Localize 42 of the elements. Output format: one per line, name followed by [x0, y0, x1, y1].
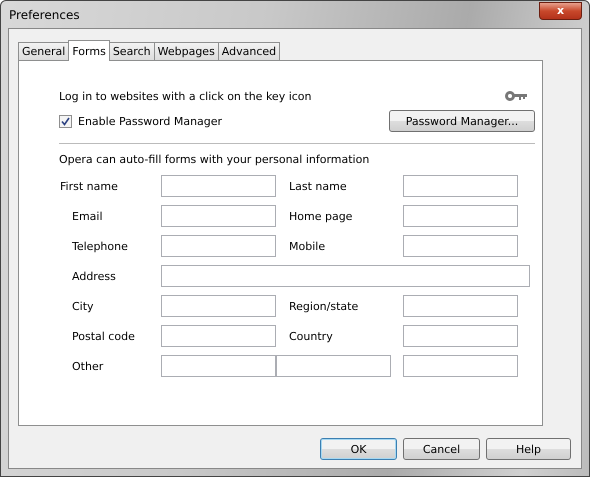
field-label: Mobile	[288, 240, 326, 252]
field-label: City	[71, 300, 94, 312]
input-field[interactable]	[403, 355, 518, 377]
field-label: Postal code	[71, 330, 135, 342]
window-title: Preferences	[8, 8, 80, 22]
autofill-text: Opera can auto-fill forms with your personal information	[59, 153, 370, 166]
dialog-button[interactable]: OK	[320, 438, 397, 460]
input-field[interactable]	[161, 175, 276, 197]
field-label: Other	[71, 360, 104, 372]
field-label: Last name	[288, 180, 347, 192]
key-icon	[505, 91, 527, 101]
input-field[interactable]	[403, 235, 518, 257]
input-field[interactable]	[161, 295, 276, 317]
dialog-button[interactable]: Help	[486, 438, 571, 460]
input-field[interactable]	[161, 205, 276, 227]
input-field[interactable]	[161, 325, 276, 347]
tab[interactable]: Forms	[68, 40, 110, 61]
input-field[interactable]	[161, 355, 276, 377]
input-field[interactable]	[403, 175, 518, 197]
tab[interactable]: Advanced	[218, 42, 280, 60]
field-label: Home page	[288, 210, 352, 222]
field-label: Region/state	[288, 300, 358, 312]
password-manager-button[interactable]: Password Manager...	[389, 110, 535, 132]
input-field[interactable]	[161, 265, 530, 287]
checkbox[interactable]	[59, 114, 72, 128]
input-field[interactable]	[403, 205, 518, 227]
input-field[interactable]	[161, 235, 276, 257]
field-label: Country	[288, 330, 333, 342]
checkbox-label: Enable Password Manager	[78, 114, 222, 128]
close-button[interactable]: x	[539, 2, 582, 20]
field-label: Telephone	[71, 240, 128, 252]
tab[interactable]: General	[18, 42, 70, 60]
tab[interactable]: Search	[108, 42, 155, 60]
field-label: Address	[71, 270, 116, 282]
input-field[interactable]	[403, 295, 518, 317]
field-label: Email	[71, 210, 103, 222]
input-field[interactable]	[403, 325, 518, 347]
input-field[interactable]	[276, 355, 391, 377]
dialog-button[interactable]: Cancel	[403, 438, 480, 460]
field-label: First name	[59, 180, 118, 192]
tab[interactable]: Webpages	[154, 42, 219, 60]
instruction-text: Log in to websites with a click on the key icon	[59, 90, 312, 102]
